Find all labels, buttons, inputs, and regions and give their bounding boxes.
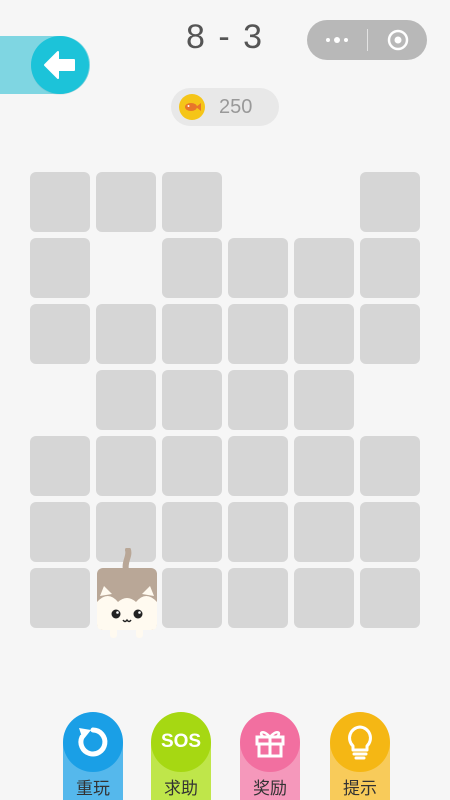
- hint-button-circle: [330, 712, 390, 772]
- dot-icon: [326, 38, 330, 42]
- target-icon: [387, 29, 408, 51]
- sos-label: 求助: [164, 779, 198, 799]
- board-tile[interactable]: [162, 568, 222, 628]
- lightbulb-icon: [348, 725, 372, 760]
- board-tile[interactable]: [96, 370, 156, 430]
- board-tile[interactable]: [228, 568, 288, 628]
- replay-icon: [78, 727, 108, 757]
- arrow-left-icon: [44, 51, 75, 79]
- board-tile[interactable]: [228, 370, 288, 430]
- reward-button-circle: [240, 712, 300, 772]
- gift-icon: [255, 731, 285, 758]
- board-tile[interactable]: [360, 502, 420, 562]
- board-tile[interactable]: [96, 304, 156, 364]
- board-tile[interactable]: [162, 502, 222, 562]
- board-tile[interactable]: [228, 502, 288, 562]
- board-tile[interactable]: [294, 436, 354, 496]
- coin-display: 250: [171, 88, 279, 126]
- board-tile[interactable]: [162, 436, 222, 496]
- replay-label: 重玩: [76, 779, 110, 799]
- board-tile[interactable]: [360, 172, 420, 232]
- board-tile[interactable]: [294, 370, 354, 430]
- close-miniprogram-button[interactable]: [368, 28, 427, 52]
- replay-button[interactable]: 重玩: [63, 712, 123, 800]
- board-tile[interactable]: [228, 304, 288, 364]
- board-tile[interactable]: [30, 436, 90, 496]
- board-tile[interactable]: [96, 172, 156, 232]
- board-tile[interactable]: [294, 568, 354, 628]
- game-screen: 8 - 3 250 重玩 SOS 求助 奖励 提示: [0, 0, 450, 800]
- fish-coin-icon: [179, 94, 205, 120]
- board-tile[interactable]: [96, 436, 156, 496]
- board-tile[interactable]: [294, 238, 354, 298]
- hint-button[interactable]: 提示: [330, 712, 390, 800]
- board-tile[interactable]: [294, 304, 354, 364]
- board-tile[interactable]: [228, 436, 288, 496]
- replay-button-circle: [63, 712, 123, 772]
- board-tile[interactable]: [360, 436, 420, 496]
- board-tile[interactable]: [30, 502, 90, 562]
- board-tile[interactable]: [162, 304, 222, 364]
- reward-button[interactable]: 奖励: [240, 712, 300, 800]
- board-tile[interactable]: [360, 238, 420, 298]
- board-tile[interactable]: [228, 238, 288, 298]
- board-tile[interactable]: [162, 172, 222, 232]
- board-tile[interactable]: [30, 172, 90, 232]
- cat-player: [96, 547, 158, 640]
- back-button[interactable]: [31, 36, 89, 94]
- more-menu-button[interactable]: [307, 37, 367, 43]
- hint-label: 提示: [343, 779, 377, 799]
- coin-count: 250: [219, 95, 253, 118]
- board-tile[interactable]: [162, 370, 222, 430]
- board-tile[interactable]: [30, 304, 90, 364]
- level-title: 8 - 3: [185, 18, 265, 56]
- board-tile[interactable]: [30, 568, 90, 628]
- dot-icon: [334, 37, 340, 43]
- sos-button-circle: SOS: [151, 712, 211, 772]
- board-tile[interactable]: [360, 304, 420, 364]
- reward-label: 奖励: [253, 779, 287, 799]
- menu-capsule: [307, 20, 427, 60]
- board-tile[interactable]: [30, 238, 90, 298]
- board-tile[interactable]: [360, 568, 420, 628]
- board-tile[interactable]: [162, 238, 222, 298]
- dot-icon: [344, 38, 348, 42]
- board-tile[interactable]: [294, 502, 354, 562]
- sos-icon: SOS: [160, 731, 202, 752]
- sos-button[interactable]: SOS 求助: [151, 712, 211, 800]
